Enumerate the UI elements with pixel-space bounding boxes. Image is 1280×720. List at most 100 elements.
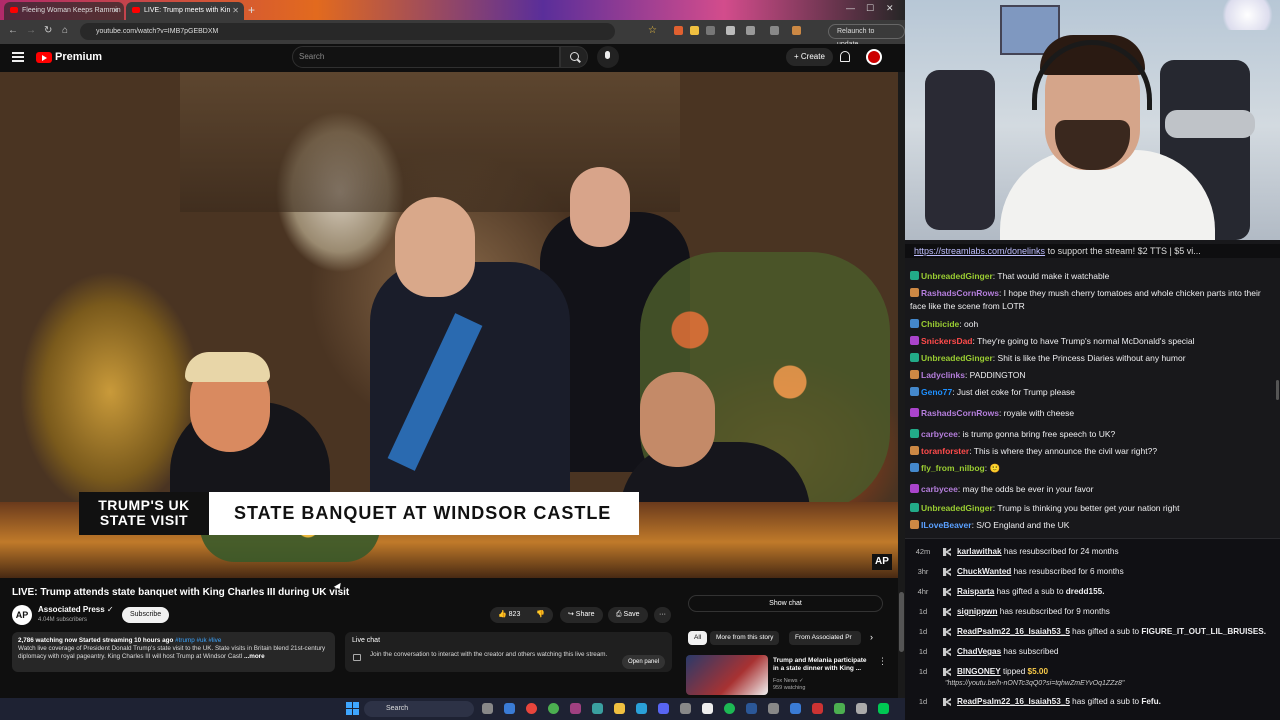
bookmark-star-icon[interactable]: ☆ <box>648 25 657 36</box>
chip-more-from-story[interactable]: More from this story <box>710 631 780 645</box>
create-button[interactable]: + Create <box>786 48 833 66</box>
chat-badge-icon[interactable] <box>910 271 919 280</box>
ticker-link[interactable]: https://streamlabs.com/donelinks <box>914 246 1045 256</box>
chrome-icon[interactable] <box>526 703 537 714</box>
extension-icon[interactable] <box>706 26 715 35</box>
subscribe-button[interactable]: Subscribe <box>122 607 170 623</box>
app-icon[interactable] <box>812 703 823 714</box>
channel-avatar[interactable]: AP <box>12 605 32 625</box>
chat-username[interactable]: UnbreadedGinger <box>921 271 993 281</box>
event-username[interactable]: karlawithak <box>957 547 1002 556</box>
app-icon[interactable] <box>834 703 845 714</box>
extension-icon[interactable] <box>726 26 735 35</box>
chrome-icon[interactable] <box>548 703 559 714</box>
app-icon[interactable] <box>570 703 581 714</box>
file-explorer-icon[interactable] <box>614 703 625 714</box>
chat-username[interactable]: carbycee <box>921 429 958 439</box>
new-tab-button[interactable]: + <box>248 3 255 17</box>
chat-badge-icon[interactable] <box>910 353 919 362</box>
spotify-icon[interactable] <box>724 703 735 714</box>
chat-username[interactable]: RashadsCornRows <box>921 408 999 418</box>
chat-username[interactable]: Chibicide <box>921 319 959 329</box>
event-username[interactable]: Raisparta <box>957 587 994 596</box>
app-icon[interactable] <box>856 703 867 714</box>
word-icon[interactable] <box>746 703 757 714</box>
event-tip-message[interactable]: "https://youtu.be/h-nONTc3qQ0?si=tqhwZmE… <box>945 680 1124 687</box>
search-input[interactable]: Search <box>292 46 560 68</box>
close-tab-icon[interactable]: ✕ <box>112 2 119 20</box>
chat-username[interactable]: UnbreadedGinger <box>921 503 993 513</box>
extension-icon[interactable] <box>690 26 699 35</box>
windows-start-icon[interactable] <box>346 702 359 715</box>
app-icon[interactable] <box>878 703 889 714</box>
event-gift-target[interactable]: FIGURE_IT_OUT_LIL_BRUISES. <box>1141 627 1266 636</box>
chat-badge-icon[interactable] <box>910 446 919 455</box>
youtube-logo[interactable]: Premium <box>36 51 102 63</box>
app-icon[interactable] <box>768 703 779 714</box>
like-button[interactable]: 👍 823 <box>490 607 529 623</box>
back-icon[interactable]: ← <box>8 25 18 36</box>
event-username[interactable]: ChadVegas <box>957 647 1001 656</box>
taskbar-search[interactable]: Search <box>364 701 474 717</box>
description-box[interactable]: 2,786 watching now Started streaming 10 … <box>12 632 335 672</box>
chat-username[interactable]: Geno77 <box>921 387 952 397</box>
chat-badge-icon[interactable] <box>910 503 919 512</box>
chat-username[interactable]: RashadsCornRows <box>921 288 999 298</box>
app-icon[interactable] <box>592 703 603 714</box>
open-panel-button[interactable]: Open panel <box>622 655 666 669</box>
tab-trump-live[interactable]: LIVE: Trump meets with Kin ✕ <box>126 2 244 20</box>
chip-all[interactable]: All <box>688 631 708 645</box>
hamburger-menu-icon[interactable] <box>12 52 24 62</box>
description-more-link[interactable]: ...more <box>244 653 265 660</box>
chip-from-associated-press[interactable]: From Associated Pr <box>789 631 861 645</box>
home-icon[interactable]: ⌂ <box>62 25 68 36</box>
app-icon[interactable] <box>702 703 713 714</box>
microphone-icon[interactable] <box>597 46 619 68</box>
chat-username[interactable]: toranforster <box>921 446 969 456</box>
edge-icon[interactable] <box>504 703 515 714</box>
more-actions-button[interactable]: ··· <box>654 607 671 623</box>
chat-username[interactable]: fly_from_nilbog <box>921 463 985 473</box>
event-username[interactable]: signippwn <box>957 607 997 616</box>
relaunch-button[interactable]: Relaunch to update <box>828 24 905 48</box>
extension-icon[interactable] <box>674 26 683 35</box>
sidebar-icon[interactable] <box>770 26 779 35</box>
chat-scrollbar[interactable] <box>1276 380 1279 400</box>
event-gift-target[interactable]: Fefu. <box>1141 697 1161 706</box>
telegram-icon[interactable] <box>636 703 647 714</box>
puzzle-icon[interactable] <box>746 26 755 35</box>
task-view-icon[interactable] <box>482 703 493 714</box>
recommendation-thumbnail[interactable] <box>686 655 768 695</box>
profile-icon[interactable] <box>792 26 801 35</box>
event-username[interactable]: ReadPsalm22_16_Isaiah53_5 <box>957 697 1070 706</box>
chat-badge-icon[interactable] <box>910 429 919 438</box>
reload-icon[interactable]: ↻ <box>44 25 52 36</box>
url-field[interactable]: youtube.com/watch?v=IMB7pGEBDXM <box>80 23 615 40</box>
maximize-icon[interactable]: ☐ <box>866 3 874 14</box>
chat-username[interactable]: carbycee <box>921 484 958 494</box>
chat-username[interactable]: ILoveBeaver <box>921 520 972 530</box>
recommendation-title[interactable]: Trump and Melania participate in a state… <box>773 657 873 673</box>
event-username[interactable]: ReadPsalm22_16_Isaiah53_5 <box>957 627 1070 636</box>
description-tags[interactable]: #trump #uk #live <box>175 637 221 644</box>
dislike-button[interactable]: 👎 <box>528 607 553 623</box>
event-username[interactable]: ChuckWanted <box>957 567 1011 576</box>
chat-badge-icon[interactable] <box>910 520 919 529</box>
chat-username[interactable]: Ladyclinks <box>921 370 965 380</box>
chat-username[interactable]: SnickersDad <box>921 336 973 346</box>
chat-username[interactable]: UnbreadedGinger <box>921 353 993 363</box>
chat-badge-icon[interactable] <box>910 387 919 396</box>
forward-icon[interactable]: → <box>26 25 36 36</box>
search-icon[interactable] <box>560 46 588 68</box>
chat-badge-icon[interactable] <box>910 484 919 493</box>
account-avatar[interactable] <box>866 49 882 65</box>
video-player[interactable]: TRUMP'S UK STATE VISIT STATE BANQUET AT … <box>0 72 898 578</box>
chevron-right-icon[interactable]: › <box>870 632 873 642</box>
share-button[interactable]: ↪ Share <box>560 607 603 623</box>
event-gift-target[interactable]: dredd155. <box>1066 587 1105 596</box>
discord-icon[interactable] <box>658 703 669 714</box>
show-chat-button[interactable]: Show chat <box>688 595 883 612</box>
tab-fleeing-woman[interactable]: Fleeing Woman Keeps Rammin ✕ <box>4 2 124 20</box>
channel-name[interactable]: Associated Press ✓ <box>38 605 114 614</box>
chat-badge-icon[interactable] <box>910 336 919 345</box>
